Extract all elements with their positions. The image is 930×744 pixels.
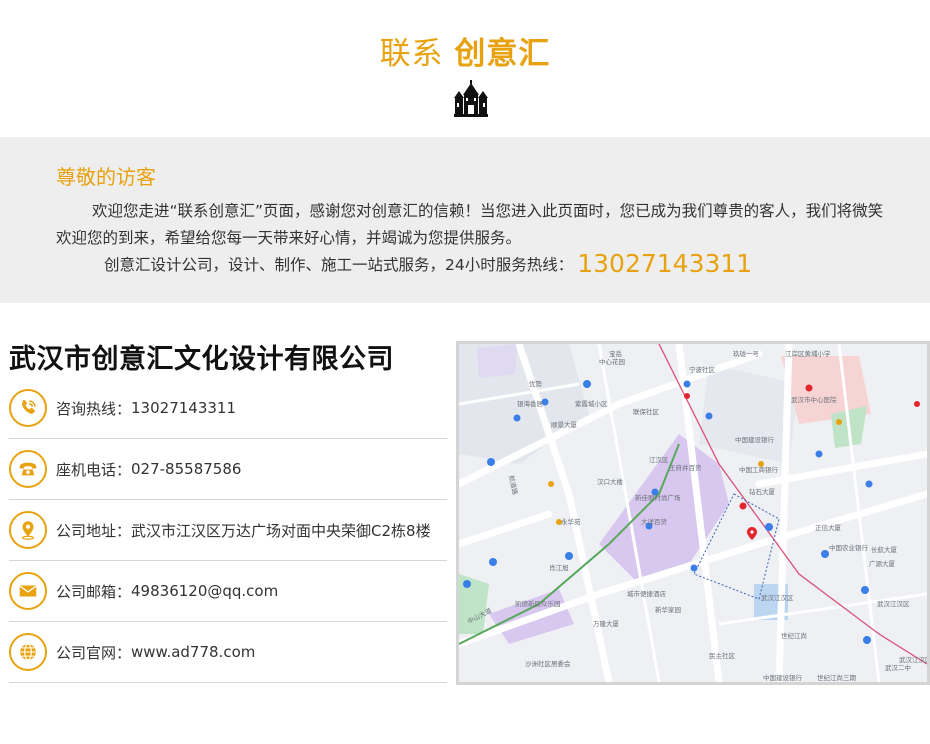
location-pin-icon <box>9 511 47 549</box>
svg-text:城市便捷酒店: 城市便捷酒店 <box>627 589 667 598</box>
svg-text:新佳丽时尚广场: 新佳丽时尚广场 <box>635 493 681 502</box>
email-value[interactable]: 49836120@qq.com <box>131 582 278 600</box>
address-value: 武汉市江汉区万达广场对面中央荣御C2栋8楼 <box>131 521 431 540</box>
title-light: 联系 <box>379 36 444 72</box>
svg-text:万隆大厦: 万隆大厦 <box>593 619 620 628</box>
svg-text:王府井百货: 王府井百货 <box>669 463 702 472</box>
welcome-heading: 尊敬的访客 <box>56 165 156 189</box>
envelope-icon <box>9 572 47 610</box>
info-row-address: 公司地址： 武汉市江汉区万达广场对面中央荣御C2栋8楼 <box>9 500 447 561</box>
title-bold: 创意汇 <box>454 36 551 72</box>
svg-text:武汉市中心医院: 武汉市中心医院 <box>791 395 837 404</box>
svg-text:武汉江汉区: 武汉江汉区 <box>761 593 794 602</box>
hotline-text: 创意汇设计公司，设计、制作、施工一站式服务，24小时服务热线： <box>104 256 574 274</box>
svg-text:武汉江汉区: 武汉江汉区 <box>877 599 910 608</box>
address-label: 公司地址： <box>56 521 132 540</box>
landline-value[interactable]: 027-85587586 <box>131 460 241 478</box>
svg-text:沙洲社区居委会: 沙洲社区居委会 <box>525 659 571 668</box>
svg-text:联保社区: 联保社区 <box>633 407 660 416</box>
svg-text:世纪江尚三期: 世纪江尚三期 <box>817 673 857 682</box>
svg-text:凯德新民众乐园: 凯德新民众乐园 <box>515 599 561 608</box>
svg-text:钻石大厦: 钻石大厦 <box>749 487 776 496</box>
svg-text:永华苑: 永华苑 <box>561 517 581 526</box>
svg-text:顺景大厦: 顺景大厦 <box>551 420 578 429</box>
location-map[interactable]: 宝岳 中心花园 宁波社区 优勢 银海香居 紫霞城小区 顺景大厦 联保社区 永华苑… <box>456 341 930 685</box>
svg-text:广源大厦: 广源大厦 <box>869 559 896 568</box>
website-label: 公司官网： <box>56 643 132 662</box>
svg-text:大洋百货: 大洋百货 <box>641 517 668 526</box>
welcome-section: 尊敬的访客 欢迎您走进“联系创意汇”页面，感谢您对创意汇的信赖！当您进入此页面时… <box>0 137 930 303</box>
info-row-landline: 座机电话： 027-85587586 <box>9 439 447 500</box>
page-title: 联系 创意汇 <box>0 32 930 76</box>
svg-text:武汉二中: 武汉二中 <box>885 663 911 672</box>
svg-text:中国工商银行: 中国工商银行 <box>739 465 779 474</box>
welcome-paragraph: 欢迎您走进“联系创意汇”页面，感谢您对创意汇的信赖！当您进入此页面时，您已成为我… <box>56 198 886 252</box>
svg-text:优勢: 优勢 <box>529 379 543 388</box>
svg-text:宝岳: 宝岳 <box>609 349 623 358</box>
email-label: 公司邮箱： <box>56 582 132 601</box>
svg-text:紫霞城小区: 紫霞城小区 <box>575 399 608 408</box>
castle-icon <box>454 80 488 117</box>
telephone-icon <box>9 450 47 488</box>
svg-text:银海香居: 银海香居 <box>517 399 544 408</box>
svg-text:中国农业银行: 中国农业银行 <box>829 543 869 552</box>
svg-text:世纪江尚: 世纪江尚 <box>781 631 807 640</box>
landline-label: 座机电话： <box>56 460 132 479</box>
svg-text:武汉江汉区: 武汉江汉区 <box>899 655 927 664</box>
globe-icon <box>9 633 47 671</box>
info-row-hotline: 咨询热线： 13027143311 <box>9 378 447 439</box>
svg-text:江汉区: 江汉区 <box>649 456 669 464</box>
svg-text:宁波社区: 宁波社区 <box>689 365 716 374</box>
hotline-value[interactable]: 13027143311 <box>131 399 236 417</box>
svg-text:长航大厦: 长航大厦 <box>871 545 898 554</box>
hotline-number[interactable]: 13027143311 <box>577 249 752 278</box>
svg-text:中国建设银行: 中国建设银行 <box>763 673 803 682</box>
info-row-email: 公司邮箱： 49836120@qq.com <box>9 561 447 622</box>
info-row-website: 公司官网： www.ad778.com <box>9 622 447 683</box>
hotline-line: 创意汇设计公司，设计、制作、施工一站式服务，24小时服务热线： 130271433… <box>104 249 752 278</box>
svg-text:玖珑一号: 玖珑一号 <box>733 349 760 358</box>
map-canvas: 宝岳 中心花园 宁波社区 优勢 银海香居 紫霞城小区 顺景大厦 联保社区 永华苑… <box>459 344 927 682</box>
svg-text:民主社区: 民主社区 <box>709 651 736 660</box>
company-name: 武汉市创意汇文化设计有限公司 <box>9 344 394 375</box>
svg-text:汉口大楼: 汉口大楼 <box>597 477 624 486</box>
svg-text:中心花园: 中心花园 <box>599 357 625 366</box>
svg-text:肖江旭: 肖江旭 <box>549 563 569 572</box>
website-value[interactable]: www.ad778.com <box>131 643 255 661</box>
svg-text:江岸区黄埔小学: 江岸区黄埔小学 <box>785 349 831 358</box>
svg-text:新华家园: 新华家园 <box>655 605 681 614</box>
svg-text:正信大厦: 正信大厦 <box>815 523 842 532</box>
hotline-label: 咨询热线： <box>56 399 132 418</box>
svg-text:中国建设银行: 中国建设银行 <box>735 435 775 444</box>
welcome-paragraph-text: 欢迎您走进“联系创意汇”页面，感谢您对创意汇的信赖！当您进入此页面时，您已成为我… <box>56 202 884 247</box>
phone-call-icon <box>9 389 47 427</box>
